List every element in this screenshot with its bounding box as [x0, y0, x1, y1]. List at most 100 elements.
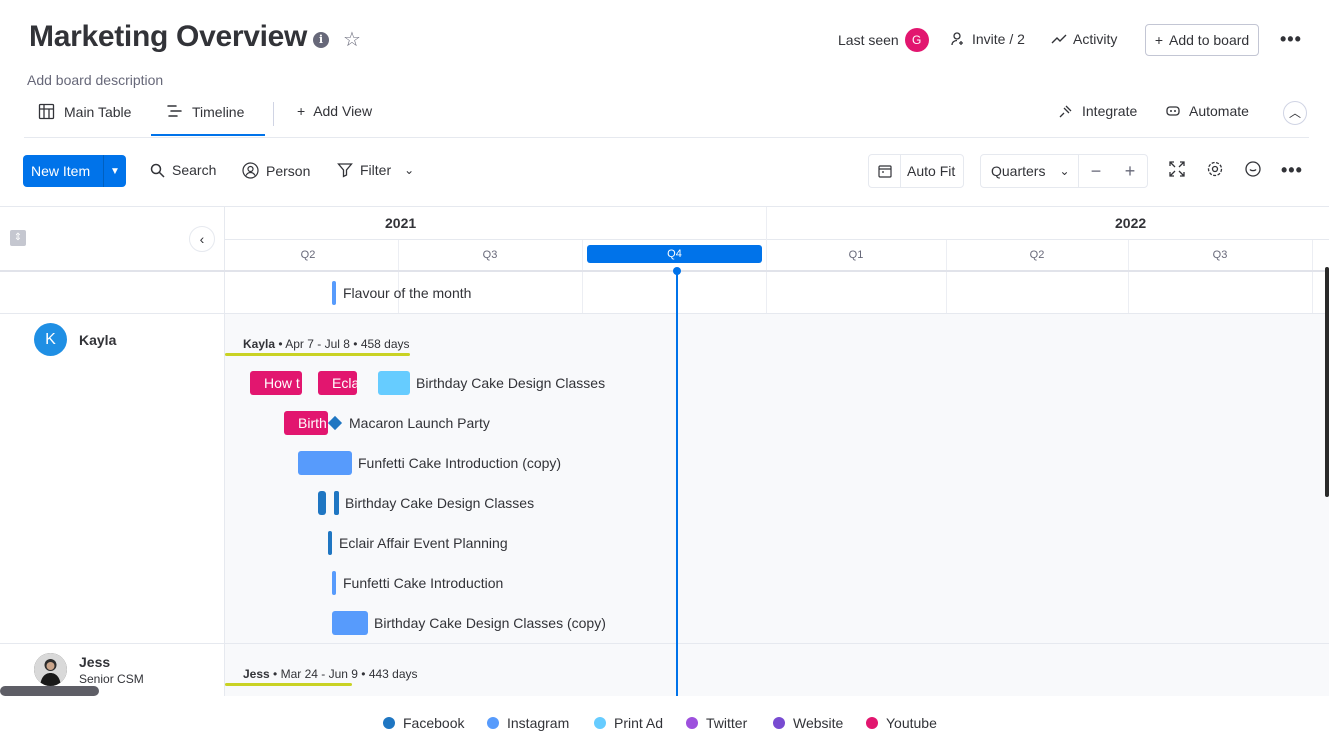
item-label[interactable]: Macaron Launch Party [349, 415, 490, 431]
item-label[interactable]: Funfetti Cake Introduction (copy) [358, 455, 561, 471]
legend-color-dot [866, 717, 878, 729]
horizontal-scrollbar[interactable] [0, 686, 99, 696]
item-label[interactable]: Funfetti Cake Introduction [343, 575, 503, 591]
timeline-bar[interactable] [298, 451, 352, 475]
summary-days: 458 days [360, 337, 410, 351]
timeline-bar[interactable] [334, 491, 339, 515]
tab-timeline[interactable]: Timeline [166, 103, 244, 121]
group-summary: Kayla • Apr 7 - Jul 8 • 458 days [243, 337, 410, 351]
new-item-button[interactable]: New Item ▼ [23, 155, 126, 187]
auto-fit-label: Auto Fit [907, 163, 956, 179]
automate-button[interactable]: Automate [1165, 103, 1249, 119]
integrate-button[interactable]: Integrate [1058, 103, 1137, 119]
board-title[interactable]: Marketing Overview [29, 20, 307, 54]
group-name[interactable]: Jess [79, 654, 110, 670]
legend-color-dot [383, 717, 395, 729]
summary-name: Jess [243, 667, 270, 681]
timeline-bar[interactable] [328, 531, 332, 555]
vertical-scrollbar[interactable] [1325, 267, 1329, 497]
star-icon[interactable]: ☆ [343, 27, 361, 52]
zoom-out-button[interactable]: − [1091, 161, 1102, 182]
timeline-bar[interactable]: Ecla [318, 371, 357, 395]
expand-collapse-icon[interactable]: ⇕ [10, 230, 26, 246]
add-view-button[interactable]: + Add View [297, 103, 372, 119]
zoom-level-select[interactable]: Quarters ⌄ [981, 155, 1079, 187]
zoom-in-button[interactable]: + [1125, 161, 1136, 182]
invite-label: Invite / 2 [972, 31, 1025, 47]
chevron-down-icon: ⌄ [1059, 164, 1070, 178]
summary-range: Mar 24 - Jun 9 [280, 667, 358, 681]
person-add-icon [951, 32, 963, 46]
person-filter-button[interactable]: Person [242, 162, 310, 179]
activity-icon [1051, 34, 1067, 44]
group-role: Senior CSM [79, 672, 144, 686]
group-span-bar [225, 683, 352, 686]
item-label[interactable]: Birthday Cake Design Classes [416, 375, 605, 391]
legend-color-dot [686, 717, 698, 729]
timeline-bar[interactable] [332, 611, 368, 635]
collapse-header-button[interactable]: ︿ [1283, 101, 1307, 125]
timeline-bar[interactable] [378, 371, 410, 395]
integrate-label: Integrate [1082, 103, 1138, 119]
summary-days: 443 days [368, 667, 418, 681]
auto-fit-button[interactable]: Auto Fit [868, 154, 964, 188]
legend-label: Twitter [706, 715, 748, 731]
group-summary: Jess • Mar 24 - Jun 9 • 443 days [243, 667, 418, 681]
timeline-bar[interactable] [318, 491, 326, 515]
fullscreen-icon[interactable] [1168, 160, 1186, 183]
legend-color-dot [773, 717, 785, 729]
activity-button[interactable]: Activity [1051, 31, 1117, 47]
search-icon [150, 163, 165, 178]
timeline-bar[interactable] [332, 571, 336, 595]
more-options-icon[interactable]: ••• [1281, 160, 1303, 181]
quarter-label: Q3 [482, 249, 498, 261]
legend-color-dot [487, 717, 499, 729]
legend-label: Facebook [403, 715, 465, 731]
legend-label: Youtube [886, 715, 937, 731]
settings-gear-icon[interactable] [1206, 160, 1224, 183]
calendar-icon [869, 155, 901, 187]
divider [225, 239, 1329, 240]
item-label[interactable]: Flavour of the month [343, 285, 471, 301]
person-icon [242, 162, 259, 179]
last-seen[interactable]: Last seen G [838, 28, 929, 52]
chevron-left-icon: ‹ [199, 231, 205, 247]
summary-range: Apr 7 - Jul 8 [285, 337, 350, 351]
timeline-bar[interactable]: How t [250, 371, 302, 395]
legend-item: Instagram [487, 715, 569, 731]
avatar: G [904, 28, 929, 52]
filter-button[interactable]: Filter ⌄ [337, 162, 414, 178]
add-to-board-button[interactable]: + Add to board [1145, 24, 1259, 56]
today-marker [676, 271, 678, 696]
legend-item: Facebook [383, 715, 464, 731]
avatar: K [34, 323, 67, 356]
group-name[interactable]: Kayla [79, 332, 116, 348]
item-label[interactable]: Eclair Affair Event Planning [339, 535, 508, 551]
more-options-icon[interactable]: ••• [1280, 29, 1302, 50]
search-button[interactable]: Search [150, 162, 216, 178]
person-label: Person [266, 162, 311, 179]
item-label[interactable]: Birthday Cake Design Classes (copy) [374, 615, 606, 631]
board-page: Marketing Overview i ☆ Add board descrip… [0, 0, 1329, 742]
active-tab-indicator [151, 134, 265, 136]
legend-label: Website [793, 715, 844, 731]
divider [0, 270, 1329, 272]
chevron-down-icon[interactable]: ▼ [104, 166, 126, 177]
table-icon [38, 103, 55, 120]
collapse-panel-button[interactable]: ‹ [189, 226, 215, 252]
invite-button[interactable]: Invite / 2 [950, 31, 1025, 47]
timeline-bar[interactable]: Birth [284, 411, 328, 435]
zoom-control: Quarters ⌄ − + [980, 154, 1148, 188]
year-label: 2021 [385, 215, 417, 231]
tab-timeline-label: Timeline [192, 104, 245, 120]
info-icon[interactable]: i [313, 32, 329, 48]
item-label[interactable]: Birthday Cake Design Classes [345, 495, 534, 511]
tab-main-table[interactable]: Main Table [38, 103, 131, 121]
quarter-label: Q1 [848, 249, 864, 261]
board-description[interactable]: Add board description [27, 72, 163, 88]
activity-label: Activity [1073, 31, 1118, 47]
filter-icon [337, 163, 353, 178]
timeline-bar[interactable] [332, 281, 336, 305]
plus-icon: + [1154, 32, 1163, 48]
feedback-icon[interactable] [1244, 160, 1262, 183]
